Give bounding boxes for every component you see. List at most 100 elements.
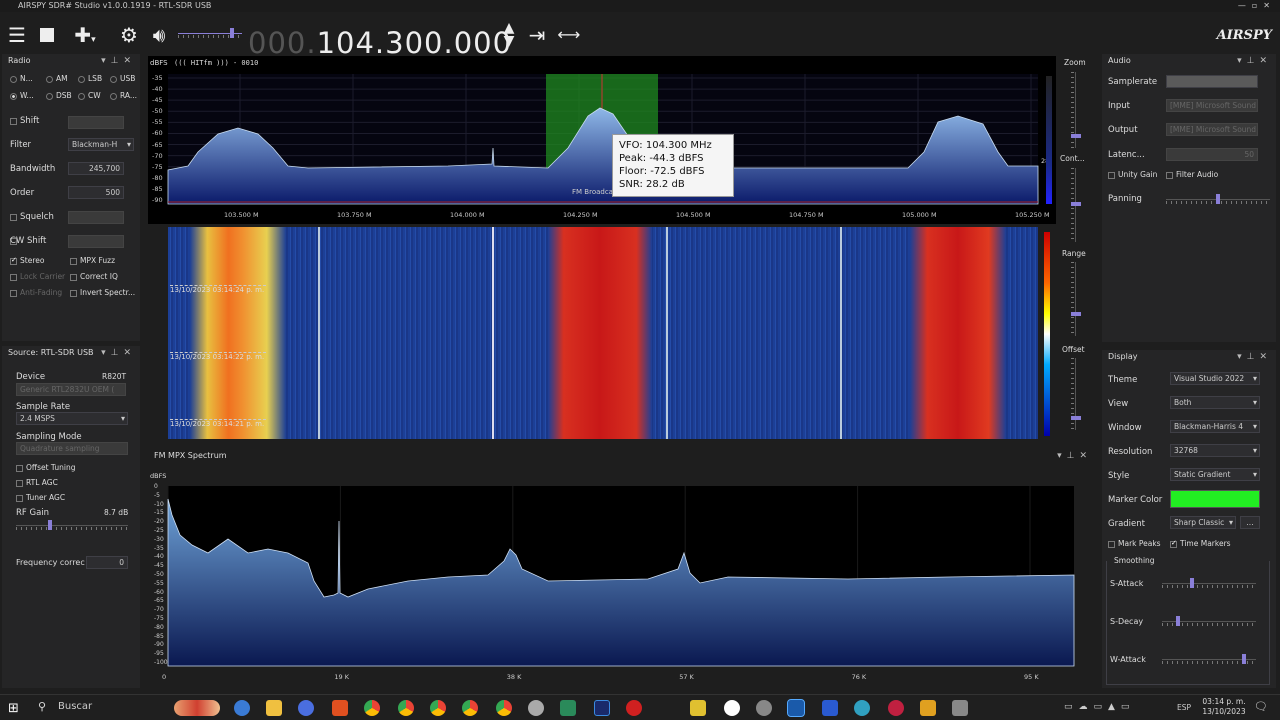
style-select[interactable]: Static Gradient (1170, 468, 1260, 481)
stop-icon[interactable] (34, 22, 60, 48)
waterfall-display[interactable]: 13/10/2023 03:14:24 p. m. 13/10/2023 03:1… (168, 227, 1038, 439)
app-icon[interactable] (920, 700, 936, 716)
panel-controls[interactable]: ▾⊥✕ (101, 54, 136, 68)
file-explorer-icon[interactable] (266, 700, 282, 716)
volume-icon[interactable]: 🔊︎ (146, 22, 172, 48)
resolution-select[interactable]: 32768 (1170, 444, 1260, 457)
lock-carrier-checkbox[interactable] (10, 274, 17, 281)
app-icon[interactable] (560, 700, 576, 716)
range-slider[interactable] (1071, 262, 1081, 336)
output-select[interactable]: [MME] Microsoft Sound (1166, 123, 1258, 136)
order-input[interactable]: 500 (68, 186, 124, 199)
app-icon[interactable] (724, 700, 740, 716)
invert-spectrum-checkbox[interactable] (70, 290, 77, 297)
mpx-fuzz-checkbox[interactable] (70, 258, 77, 265)
app-icon[interactable] (854, 700, 870, 716)
span-icon[interactable]: ⟷ (556, 22, 582, 48)
notification-icon[interactable]: 🗨︎ (1254, 700, 1268, 713)
app-icon[interactable] (690, 700, 706, 716)
app-icon[interactable] (234, 700, 250, 716)
mpx-plot[interactable] (148, 449, 1096, 687)
latency-input[interactable]: 50 (1166, 148, 1258, 161)
bandwidth-input[interactable]: 245,700 (68, 162, 124, 175)
app-icon[interactable] (822, 700, 838, 716)
view-select[interactable]: Both (1170, 396, 1260, 409)
window-select[interactable]: Blackman-Harris 4 (1170, 420, 1260, 433)
search-icon[interactable]: ⚲ (38, 700, 46, 713)
mark-peaks-checkbox[interactable] (1108, 541, 1115, 548)
system-tray-icons[interactable]: ▭☁▭▲▭ (1064, 702, 1135, 712)
time-markers-checkbox[interactable] (1170, 539, 1177, 548)
chrome-icon[interactable] (430, 700, 446, 716)
filter-audio-checkbox[interactable] (1166, 172, 1173, 179)
mode-radio-4[interactable] (10, 93, 17, 100)
panel-controls[interactable]: ▾⊥✕ (1237, 54, 1272, 68)
offset-slider[interactable] (1071, 358, 1081, 430)
windows-start-icon[interactable]: ⊞ (8, 701, 19, 716)
input-select[interactable]: [MME] Microsoft Sound (1166, 99, 1258, 112)
window-controls[interactable]: —▫✕ (1238, 0, 1276, 12)
frequency-correction-input[interactable]: 0 (86, 556, 128, 569)
mode-radio-2[interactable] (78, 76, 85, 83)
panel-controls[interactable]: ▾⊥✕ (1237, 350, 1272, 364)
chrome-icon[interactable] (398, 700, 414, 716)
samplerate-select[interactable] (1166, 75, 1258, 88)
sampling-mode-select[interactable]: Quadrature sampling (16, 442, 128, 455)
mode-radio-7[interactable] (110, 93, 117, 100)
panning-slider[interactable] (1166, 194, 1270, 204)
sdrsharp-icon[interactable] (787, 699, 805, 717)
mode-radio-3[interactable] (110, 76, 117, 83)
offset-tuning-checkbox[interactable] (16, 465, 23, 472)
squelch-input[interactable] (68, 211, 124, 224)
taskbar-clock[interactable]: 03:14 p. m. 13/10/2023 (1202, 697, 1246, 717)
center-tune-icon[interactable]: ⇥ (524, 22, 550, 48)
shift-input[interactable] (68, 116, 124, 129)
gradient-select[interactable]: Sharp Classic (1170, 516, 1236, 529)
language-indicator[interactable]: ESP (1177, 703, 1191, 712)
app-icon[interactable] (298, 700, 314, 716)
device-select[interactable]: Generic RTL2832U OEM ( (16, 383, 126, 396)
gradient-edit-button[interactable]: ... (1240, 516, 1260, 529)
gear-icon[interactable]: ⚙ (116, 22, 142, 48)
unity-gain-checkbox[interactable] (1108, 172, 1115, 179)
frequency-step-icon[interactable]: ▲ ▼ (496, 21, 522, 48)
frequency-leading-digits[interactable]: 000. (248, 26, 317, 60)
mode-radio-6[interactable] (78, 93, 85, 100)
correct-iq-checkbox[interactable] (70, 274, 77, 281)
zoom-slider[interactable] (1071, 72, 1081, 148)
chrome-icon[interactable] (496, 700, 512, 716)
mode-radio-1[interactable] (46, 76, 53, 83)
filter-select[interactable]: Blackman-H (68, 138, 134, 151)
volume-slider[interactable] (178, 28, 242, 38)
app-icon[interactable] (332, 700, 348, 716)
app-icon[interactable] (756, 700, 772, 716)
rf-gain-slider[interactable] (16, 520, 128, 530)
panel-controls[interactable]: ▾⊥✕ (101, 346, 136, 360)
app-icon[interactable] (952, 700, 968, 716)
spectrum-panel[interactable]: dBFS ((( HITfm ))) - 0010 -35 -40 -45 -50 -5… (148, 56, 1056, 224)
shift-checkbox[interactable] (10, 118, 17, 125)
app-icon[interactable] (528, 700, 544, 716)
frequency-display[interactable]: 000.104.300.000 (248, 26, 512, 60)
tuner-agc-checkbox[interactable] (16, 495, 23, 502)
s-decay-slider[interactable] (1162, 616, 1256, 626)
sample-rate-select[interactable]: 2.4 MSPS (16, 412, 128, 425)
spectrum-plot[interactable] (148, 56, 1056, 224)
menu-icon[interactable]: ☰ (4, 22, 30, 48)
mode-radio-0[interactable] (10, 76, 17, 83)
frequency-digits[interactable]: 104.300.000 (317, 26, 513, 60)
chrome-icon[interactable] (462, 700, 478, 716)
mode-radio-5[interactable] (46, 93, 53, 100)
add-plugin-icon[interactable]: ✚▾ (66, 22, 104, 48)
s-attack-slider[interactable] (1162, 578, 1256, 588)
cw-shift-input[interactable] (68, 235, 124, 248)
theme-select[interactable]: Visual Studio 2022 (1170, 372, 1260, 385)
w-attack-slider[interactable] (1162, 654, 1256, 664)
marker-color-swatch[interactable] (1170, 490, 1260, 508)
taskbar-search[interactable]: Buscar (58, 701, 92, 712)
spectrum-scrollbar[interactable] (1046, 76, 1052, 204)
stereo-checkbox[interactable] (10, 256, 17, 265)
rtl-agc-checkbox[interactable] (16, 480, 23, 487)
contrast-slider[interactable] (1071, 168, 1081, 242)
app-icon[interactable] (626, 700, 642, 716)
